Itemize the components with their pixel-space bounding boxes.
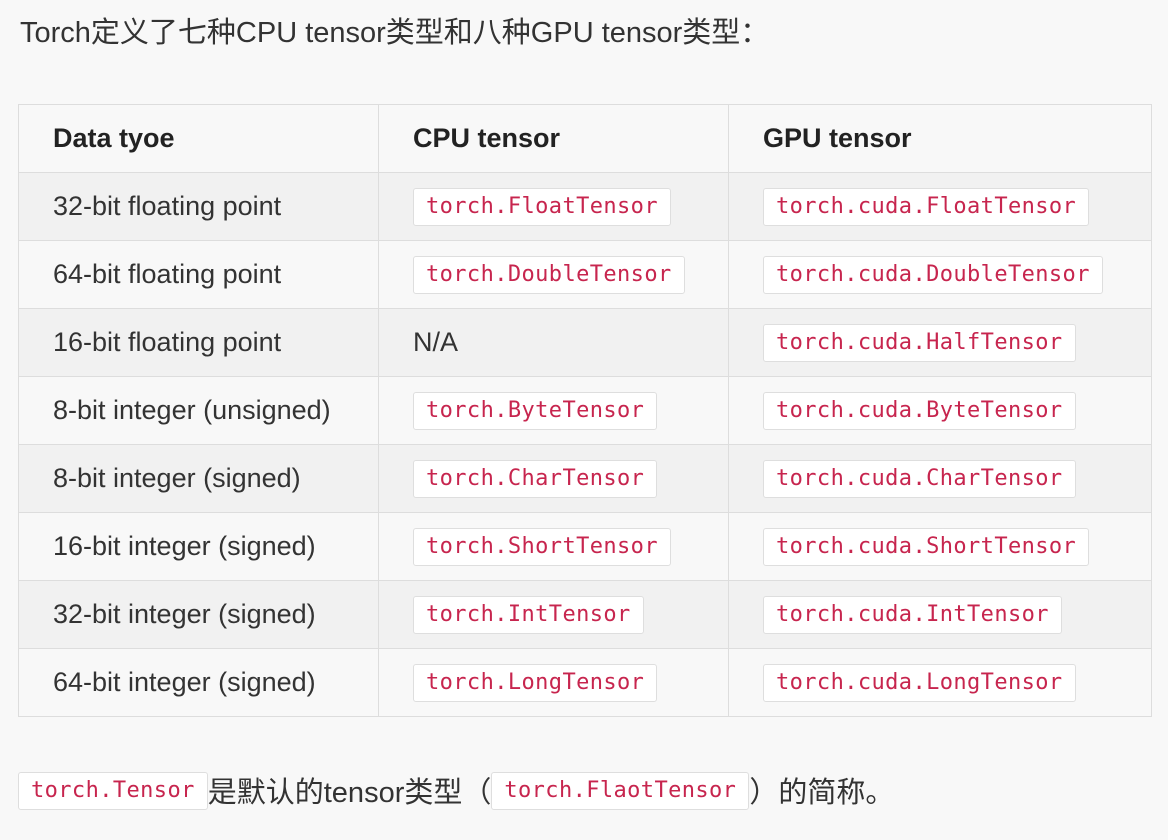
cpu-tensor-cell: torch.CharTensor (378, 444, 729, 513)
cpu-tensor-code: torch.LongTensor (413, 663, 658, 702)
data-type-cell: 32-bit integer (signed) (18, 580, 379, 649)
gpu-tensor-code: torch.cuda.FloatTensor (763, 187, 1090, 226)
gpu-tensor-code: torch.cuda.IntTensor (763, 595, 1062, 634)
table-row: 8-bit integer (unsigned) torch.ByteTenso… (18, 376, 1152, 445)
gpu-tensor-code: torch.cuda.CharTensor (763, 459, 1076, 498)
data-type-cell: 64-bit integer (signed) (18, 648, 379, 717)
cpu-tensor-cell: torch.ByteTensor (378, 376, 729, 445)
data-type-cell: 64-bit floating point (18, 240, 379, 309)
cpu-tensor-code: torch.ByteTensor (413, 391, 658, 430)
not-available-text: N/A (413, 327, 459, 357)
gpu-tensor-code: torch.cuda.LongTensor (763, 663, 1076, 702)
gpu-tensor-cell: torch.cuda.HalfTensor (728, 308, 1152, 377)
gpu-tensor-cell: torch.cuda.ShortTensor (728, 512, 1152, 581)
table-row: 64-bit integer (signed) torch.LongTensor… (18, 648, 1152, 717)
header-data-type: Data tyoe (18, 104, 379, 173)
data-type-cell: 16-bit integer (signed) (18, 512, 379, 581)
cpu-tensor-code: torch.ShortTensor (413, 527, 671, 566)
header-cpu-tensor: CPU tensor (378, 104, 729, 173)
cpu-tensor-code: torch.DoubleTensor (413, 255, 685, 294)
header-gpu-tensor: GPU tensor (728, 104, 1152, 173)
data-type-cell: 16-bit floating point (18, 308, 379, 377)
cpu-tensor-cell: torch.DoubleTensor (378, 240, 729, 309)
outro-text-2: ）的简称。 (749, 777, 895, 809)
float-tensor-code: torch.FlaotTensor (491, 772, 750, 811)
intro-paragraph: Torch定义了七种CPU tensor类型和八种GPU tensor类型： (20, 17, 770, 49)
gpu-tensor-cell: torch.cuda.IntTensor (728, 580, 1152, 649)
cpu-tensor-code: torch.CharTensor (413, 459, 658, 498)
gpu-tensor-cell: torch.cuda.LongTensor (728, 648, 1152, 717)
cpu-tensor-code: torch.FloatTensor (413, 187, 671, 226)
table-row: 32-bit integer (signed) torch.IntTensor … (18, 580, 1152, 649)
outro-paragraph: torch.Tensor 是默认的tensor类型（ torch.FlaotTens… (18, 772, 894, 814)
gpu-tensor-cell: torch.cuda.CharTensor (728, 444, 1152, 513)
default-tensor-code: torch.Tensor (18, 772, 208, 811)
gpu-tensor-code: torch.cuda.DoubleTensor (763, 255, 1103, 294)
gpu-tensor-cell: torch.cuda.DoubleTensor (728, 240, 1152, 309)
data-type-cell: 8-bit integer (signed) (18, 444, 379, 513)
tensor-types-table: Data tyoe CPU tensor GPU tensor 32-bit f… (18, 104, 1152, 717)
table-row: 8-bit integer (signed) torch.CharTensor … (18, 444, 1152, 513)
table-row: 64-bit floating point torch.DoubleTensor… (18, 240, 1152, 309)
cpu-tensor-code: torch.IntTensor (413, 595, 644, 634)
gpu-tensor-cell: torch.cuda.ByteTensor (728, 376, 1152, 445)
cpu-tensor-cell: torch.FloatTensor (378, 172, 729, 241)
cpu-tensor-cell: N/A (378, 308, 729, 377)
table-row: 32-bit floating point torch.FloatTensor … (18, 172, 1152, 241)
table-header-row: Data tyoe CPU tensor GPU tensor (18, 104, 1152, 173)
outro-text-1: 是默认的tensor类型（ (207, 777, 492, 809)
table-row: 16-bit integer (signed) torch.ShortTenso… (18, 512, 1152, 581)
gpu-tensor-cell: torch.cuda.FloatTensor (728, 172, 1152, 241)
gpu-tensor-code: torch.cuda.HalfTensor (763, 323, 1076, 362)
cpu-tensor-cell: torch.IntTensor (378, 580, 729, 649)
data-type-cell: 8-bit integer (unsigned) (18, 376, 379, 445)
gpu-tensor-code: torch.cuda.ByteTensor (763, 391, 1076, 430)
cpu-tensor-cell: torch.LongTensor (378, 648, 729, 717)
gpu-tensor-code: torch.cuda.ShortTensor (763, 527, 1090, 566)
cpu-tensor-cell: torch.ShortTensor (378, 512, 729, 581)
table-row: 16-bit floating point N/A torch.cuda.Hal… (18, 308, 1152, 377)
data-type-cell: 32-bit floating point (18, 172, 379, 241)
